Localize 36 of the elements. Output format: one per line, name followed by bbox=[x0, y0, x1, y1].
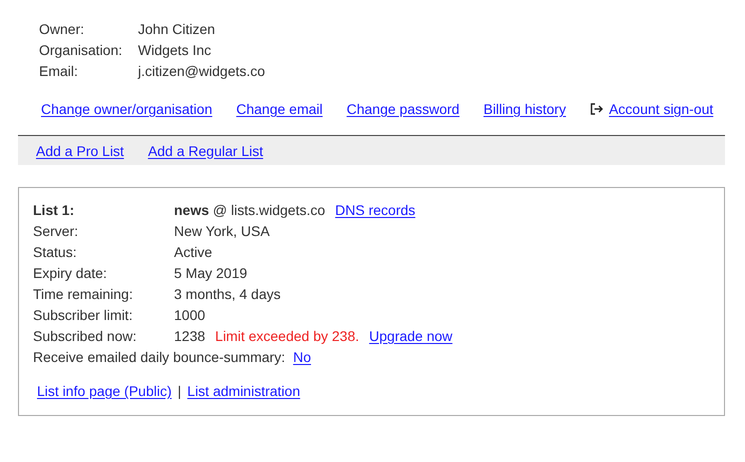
add-list-link[interactable]: Add a Pro List bbox=[36, 142, 124, 158]
list-title: List 1: bbox=[33, 202, 76, 219]
account-link[interactable]: Change email bbox=[236, 101, 323, 117]
account-link[interactable]: Account sign-out bbox=[608, 101, 714, 117]
field-value: John Citizen bbox=[138, 21, 216, 38]
list-link[interactable]: List info page (Public) bbox=[37, 383, 172, 399]
sign-out-icon bbox=[590, 103, 603, 115]
row-value: 1238 bbox=[174, 328, 206, 345]
row-label: Time remaining: bbox=[33, 286, 134, 303]
row-value: Active bbox=[174, 244, 212, 261]
list-address: news @ lists.widgets.co bbox=[174, 202, 326, 219]
bounce-link[interactable]: No bbox=[293, 349, 312, 366]
row-label: Subscriber limit: bbox=[33, 307, 134, 324]
row-value: 3 months, 4 days bbox=[174, 286, 281, 303]
row-label: Server: bbox=[33, 223, 80, 240]
account-link[interactable]: Change password bbox=[346, 101, 460, 117]
field-label: Owner: bbox=[39, 21, 86, 38]
list-link[interactable]: List administration bbox=[187, 383, 300, 399]
link-separator: | bbox=[178, 383, 182, 399]
field-label: Email: bbox=[39, 63, 79, 80]
row-label: Status: bbox=[33, 244, 78, 261]
field-value: j.citizen@widgets.co bbox=[138, 63, 266, 80]
row-value: 1000 bbox=[174, 307, 206, 324]
row-label: Expiry date: bbox=[33, 265, 108, 282]
row-value: 5 May 2019 bbox=[174, 265, 248, 282]
bounce-label: Receive emailed daily bounce-summary: bbox=[33, 349, 286, 366]
row-label: Subscribed now: bbox=[33, 328, 138, 345]
add-list-link[interactable]: Add a Regular List bbox=[148, 142, 264, 158]
account-link[interactable]: Billing history bbox=[483, 101, 566, 117]
row-value: New York, USA bbox=[174, 223, 270, 240]
limit-warning: Limit exceeded by 238. bbox=[215, 328, 360, 345]
dns-link[interactable]: DNS records bbox=[335, 202, 416, 219]
field-label: Organisation: bbox=[39, 42, 124, 59]
account-link[interactable]: Change owner/organisation bbox=[41, 101, 212, 117]
upgrade-link[interactable]: Upgrade now bbox=[369, 328, 452, 345]
field-value: Widgets Inc bbox=[138, 42, 212, 59]
